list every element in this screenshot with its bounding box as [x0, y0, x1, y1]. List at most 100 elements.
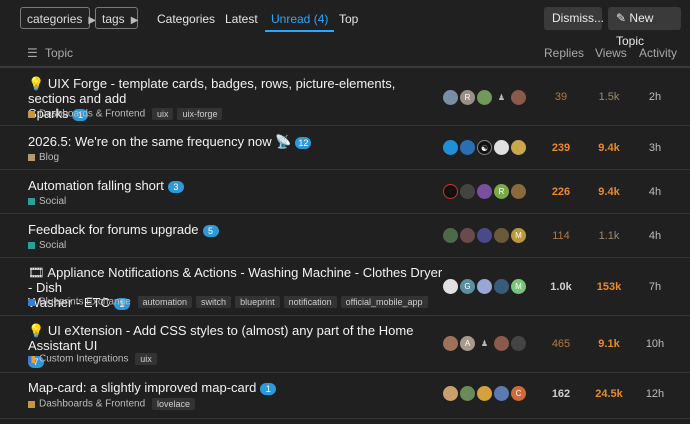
unread-badge[interactable]: 12 [295, 136, 312, 149]
header-replies[interactable]: Replies [544, 46, 584, 60]
avatar[interactable]: R [494, 184, 509, 199]
tag[interactable]: official_mobile_app [340, 296, 428, 308]
unread-badge[interactable]: 1 [260, 382, 277, 395]
avatar[interactable] [494, 228, 509, 243]
activity-time[interactable]: 4h [640, 186, 670, 198]
avatar[interactable] [443, 336, 458, 351]
topic-row[interactable]: 💡 UI eXtension - Add CSS styles to (almo… [0, 316, 690, 373]
activity-time[interactable]: 7h [640, 281, 670, 293]
topic-row[interactable]: 2026.5: We're on the same frequency now … [0, 126, 690, 170]
topic-row[interactable]: 🎞 Appliance Notifications & Actions - Wa… [0, 258, 690, 316]
views-count: 9.4k [598, 142, 620, 154]
replies-count: 39 [554, 91, 568, 103]
avatar[interactable]: C [511, 386, 526, 401]
avatar[interactable] [477, 279, 492, 294]
tag[interactable]: switch [196, 296, 232, 308]
nav-unread[interactable]: Unread (4) [265, 8, 335, 32]
tag[interactable]: blueprint [235, 296, 280, 308]
avatar[interactable] [511, 184, 526, 199]
topic-row[interactable]: Map-card: a slightly improved map-card 1 … [0, 373, 690, 419]
category-link[interactable]: Blog [39, 152, 59, 163]
avatar[interactable] [443, 228, 458, 243]
topic-title[interactable]: Feedback for forums upgrade 5 [28, 222, 219, 237]
avatar[interactable] [460, 228, 475, 243]
tag[interactable]: uix-forge [177, 108, 223, 120]
replies-count: 465 [551, 338, 571, 350]
avatar[interactable] [494, 336, 509, 351]
avatar[interactable] [443, 184, 458, 199]
topic-row[interactable]: Automation falling short 3 Social R 226 9… [0, 170, 690, 214]
unread-badge[interactable]: 3 [167, 180, 184, 193]
avatar[interactable]: M [511, 279, 526, 294]
avatar[interactable] [443, 90, 458, 105]
avatar[interactable] [477, 184, 492, 199]
category-link[interactable]: Dashboards & Frontend [39, 109, 145, 120]
new-topic-button[interactable]: ✎ New Topic [608, 7, 681, 48]
avatar[interactable]: ♟ [494, 90, 509, 105]
category-link[interactable]: Social [39, 240, 66, 251]
topic-row[interactable]: 💡 UIX Forge - template cards, badges, ro… [0, 67, 690, 126]
avatar[interactable]: M [511, 228, 526, 243]
activity-time[interactable]: 10h [640, 338, 670, 350]
activity-time[interactable]: 4h [640, 230, 670, 242]
tags-dropdown-label: tags [102, 12, 125, 26]
topic-meta: Blueprints Exchange automation switch blue… [28, 296, 428, 308]
views-count: 9.1k [598, 338, 620, 350]
avatar[interactable] [494, 140, 509, 155]
nav-top[interactable]: Top [339, 8, 358, 30]
category-square-icon [28, 110, 35, 118]
topic-title[interactable]: 2026.5: We're on the same frequency now … [28, 134, 312, 149]
category-link[interactable]: Blueprints Exchange [39, 297, 131, 308]
views-count: 153k [596, 281, 622, 293]
avatar[interactable]: G [460, 279, 475, 294]
avatar[interactable] [460, 140, 475, 155]
tag[interactable]: uix [135, 353, 157, 365]
header-topic[interactable]: Topic [45, 46, 73, 60]
avatar[interactable]: A [460, 336, 475, 351]
topic-title[interactable]: Automation falling short 3 [28, 178, 184, 193]
avatar[interactable] [443, 386, 458, 401]
avatar[interactable] [477, 386, 492, 401]
film-frame-icon: 🎞 [28, 265, 45, 280]
tag[interactable]: notification [283, 296, 337, 308]
topic-title[interactable]: Map-card: a slightly improved map-card 1 [28, 380, 277, 395]
nav-latest[interactable]: Latest [225, 8, 258, 30]
dismiss-button[interactable]: Dismiss... [544, 7, 604, 30]
avatar[interactable] [477, 90, 492, 105]
list-sort-icon[interactable]: ☰ [27, 46, 38, 60]
topic-row[interactable]: Feedback for forums upgrade 5 Social M 11… [0, 214, 690, 258]
avatar[interactable] [494, 386, 509, 401]
avatar[interactable]: R [460, 90, 475, 105]
tags-dropdown[interactable]: tags ▶ [95, 7, 138, 29]
tag[interactable]: uix [151, 108, 174, 120]
avatar[interactable] [443, 279, 458, 294]
avatar[interactable] [511, 90, 526, 105]
nav-categories[interactable]: Categories [157, 8, 215, 30]
category-link[interactable]: Custom Integrations [39, 354, 129, 365]
activity-time[interactable]: 3h [640, 142, 670, 154]
category-square-icon [28, 197, 35, 205]
categories-dropdown[interactable]: categories ▶ [20, 7, 96, 29]
categories-dropdown-label: categories [27, 12, 83, 26]
avatar[interactable] [494, 279, 509, 294]
avatar[interactable] [443, 140, 458, 155]
unread-badge[interactable]: 5 [202, 224, 219, 237]
header-activity[interactable]: Activity [639, 46, 677, 60]
avatar[interactable] [511, 140, 526, 155]
poster-avatars: C [443, 386, 526, 401]
topic-meta: Blog [28, 152, 59, 163]
avatar[interactable]: ♟ [477, 336, 492, 351]
tag[interactable]: automation [137, 296, 193, 308]
avatar[interactable] [460, 184, 475, 199]
header-views[interactable]: Views [595, 46, 627, 60]
topic-meta: Dashboards & Frontend lovelace [28, 398, 195, 410]
avatar[interactable]: ☯ [477, 140, 492, 155]
avatar[interactable] [460, 386, 475, 401]
avatar[interactable] [511, 336, 526, 351]
category-link[interactable]: Social [39, 196, 66, 207]
activity-time[interactable]: 2h [640, 91, 670, 103]
avatar[interactable] [477, 228, 492, 243]
tag[interactable]: lovelace [151, 398, 195, 410]
category-link[interactable]: Dashboards & Frontend [39, 399, 145, 410]
activity-time[interactable]: 12h [640, 388, 670, 400]
